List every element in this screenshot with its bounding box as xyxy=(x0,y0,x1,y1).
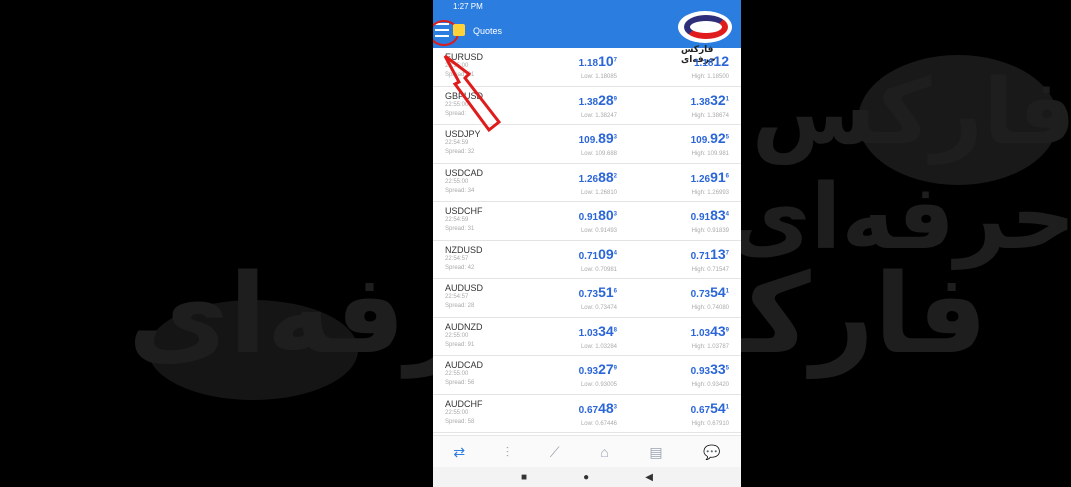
low-price: Low: 1.26810 xyxy=(580,189,617,196)
high-price: High: 0.67910 xyxy=(691,420,729,427)
quote-time: 22:54:57 xyxy=(445,294,469,300)
quote-spread: Spread: 58 xyxy=(445,418,475,425)
quote-spread: Spread: 34 xyxy=(445,187,475,194)
chart-icon[interactable]: ⫶ xyxy=(506,444,510,461)
ask-price: 0.91834 xyxy=(690,207,729,223)
quote-time: 22:55:00 xyxy=(445,371,469,377)
quote-time: 22:54:57 xyxy=(445,255,469,262)
phone-screen: 1:27 PM Quotes فارکس حرفه‌ای EURUSD 22:55… xyxy=(433,0,741,487)
ask-price: 1.1812 xyxy=(693,53,729,69)
high-price: High: 0.93420 xyxy=(691,382,729,388)
quote-time: 22:54:59 xyxy=(445,140,469,146)
quote-row-audusd[interactable]: AUDUSD 22:54:57 Spread: 28 0.73516 0.73541 Lo… xyxy=(433,279,741,318)
quote-row-gbpusd[interactable]: GBPUSD 22:55:00 Spread: 1.38289 1.38321 Low: … xyxy=(433,87,741,125)
ask-price: 0.73541 xyxy=(690,284,729,300)
quote-symbol: AUDCAD xyxy=(445,360,484,370)
quote-time: 22:55:00 xyxy=(445,101,469,108)
ask-price: 0.93335 xyxy=(690,361,729,377)
quote-symbol: NZDUSD xyxy=(445,244,483,255)
quote-symbol: USDCAD xyxy=(445,167,484,178)
quote-spread: Spread: 32 xyxy=(445,149,475,155)
quote-symbol: AUDNZD xyxy=(445,321,483,332)
low-price: Low: 1.38247 xyxy=(580,112,617,119)
quote-time: 22:54:59 xyxy=(445,217,469,223)
high-price: High: 109.981 xyxy=(691,151,729,157)
quote-spread: Spread: 42 xyxy=(445,264,475,271)
bid-price: 109.893 xyxy=(578,130,617,146)
low-price: Low: 0.73474 xyxy=(580,305,617,311)
quote-symbol: GBPUSD xyxy=(445,90,484,101)
quote-time: 22:55:00 xyxy=(445,332,469,339)
app-logo-icon xyxy=(453,24,465,36)
quote-symbol: USDJPY xyxy=(445,129,481,139)
bid-price: 0.71094 xyxy=(578,245,617,262)
menu-icon[interactable] xyxy=(433,20,459,46)
quote-spread: Spread: xyxy=(445,110,467,117)
ask-price: 1.38321 xyxy=(690,91,729,108)
high-price: High: 1.03787 xyxy=(691,343,729,350)
high-price: High: 0.91839 xyxy=(691,228,729,234)
high-price: High: 1.26993 xyxy=(691,189,729,196)
quote-row-usdcad[interactable]: USDCAD 22:55:00 Spread: 34 1.26882 1.26916 Lo… xyxy=(433,164,741,202)
quotes-list: EURUSD 22:55:00 Spread: 21 1.18107 1.1812 Low… xyxy=(433,48,741,433)
quote-spread: Spread: 56 xyxy=(445,380,475,386)
high-price: High: 1.18500 xyxy=(691,74,729,80)
home-icon[interactable]: ● xyxy=(583,472,589,483)
low-price: Low: 0.91493 xyxy=(580,228,617,234)
quote-time: 22:55:00 xyxy=(445,409,469,416)
low-price: Low: 0.67446 xyxy=(580,420,617,427)
quote-row-audchf[interactable]: AUDCHF 22:55:00 Spread: 58 0.67483 0.67541 Lo… xyxy=(433,395,741,433)
bid-price: 0.73516 xyxy=(578,284,617,300)
quote-row-eurusd[interactable]: EURUSD 22:55:00 Spread: 21 1.18107 1.1812 Low… xyxy=(433,48,741,87)
trade-icon[interactable]: ⟋ xyxy=(550,444,560,461)
bid-price: 0.91803 xyxy=(578,207,617,223)
recent-apps-icon[interactable]: ■ xyxy=(521,472,527,483)
history-icon[interactable]: ⌂ xyxy=(600,444,608,460)
quote-time: 22:55:00 xyxy=(445,63,469,69)
messages-icon[interactable]: 💬 xyxy=(703,444,720,461)
quotes-icon[interactable]: ⇄ xyxy=(453,444,465,461)
quote-symbol: EURUSD xyxy=(445,52,484,62)
quote-symbol: USDCHF xyxy=(445,206,483,216)
bid-price: 1.26882 xyxy=(578,168,617,185)
bid-price: 1.38289 xyxy=(578,91,617,108)
low-price: Low: 109.688 xyxy=(580,151,617,157)
high-price: High: 0.74080 xyxy=(691,305,729,311)
quote-spread: Spread: 31 xyxy=(445,226,475,232)
ask-price: 109.925 xyxy=(690,130,729,146)
low-price: Low: 0.70981 xyxy=(580,266,617,273)
quote-symbol: AUDCHF xyxy=(445,398,483,409)
bottom-navigation: ⇄ ⫶ ⟋ ⌂ ▤ 💬 xyxy=(433,435,741,468)
low-price: Low: 0.93005 xyxy=(580,382,617,388)
quote-row-usdchf[interactable]: USDCHF 22:54:59 Spread: 31 0.91803 0.91834 Lo… xyxy=(433,202,741,241)
news-icon[interactable]: ▤ xyxy=(649,444,662,461)
high-price: High: 1.38674 xyxy=(691,112,729,119)
status-time: 1:27 PM xyxy=(453,2,483,11)
high-price: High: 0.71547 xyxy=(691,266,729,273)
quote-symbol: AUDUSD xyxy=(445,283,484,293)
ask-price: 1.03439 xyxy=(690,322,729,339)
low-price: Low: 1.03284 xyxy=(580,343,617,350)
quote-time: 22:55:00 xyxy=(445,178,469,185)
quote-spread: Spread: 28 xyxy=(445,303,475,309)
quote-spread: Spread: 91 xyxy=(445,341,475,348)
quote-spread: Spread: 21 xyxy=(445,72,475,78)
bid-price: 0.93279 xyxy=(578,361,617,377)
quote-row-usdjpy[interactable]: USDJPY 22:54:59 Spread: 32 109.893 109.925 Lo… xyxy=(433,125,741,164)
bid-price: 0.67483 xyxy=(578,399,617,416)
bid-price: 1.18107 xyxy=(578,53,617,69)
quote-row-nzdusd[interactable]: NZDUSD 22:54:57 Spread: 42 0.71094 0.71137 Lo… xyxy=(433,241,741,279)
brand-logo xyxy=(675,8,735,46)
low-price: Low: 1.18085 xyxy=(580,74,617,80)
quote-row-audnzd[interactable]: AUDNZD 22:55:00 Spread: 91 1.03348 1.03439 Lo… xyxy=(433,318,741,356)
system-navigation: ■ ● ◀ xyxy=(433,467,741,487)
ask-price: 1.26916 xyxy=(690,168,729,185)
page-title: Quotes xyxy=(473,26,503,36)
bid-price: 1.03348 xyxy=(578,322,617,339)
quote-row-audcad[interactable]: AUDCAD 22:55:00 Spread: 56 0.93279 0.93335 Lo… xyxy=(433,356,741,395)
ask-price: 0.67541 xyxy=(690,399,729,416)
back-icon[interactable]: ◀ xyxy=(645,472,653,483)
watermark-text-right: فارکس حرفه‌ای xyxy=(728,60,1071,270)
ask-price: 0.71137 xyxy=(690,245,729,262)
